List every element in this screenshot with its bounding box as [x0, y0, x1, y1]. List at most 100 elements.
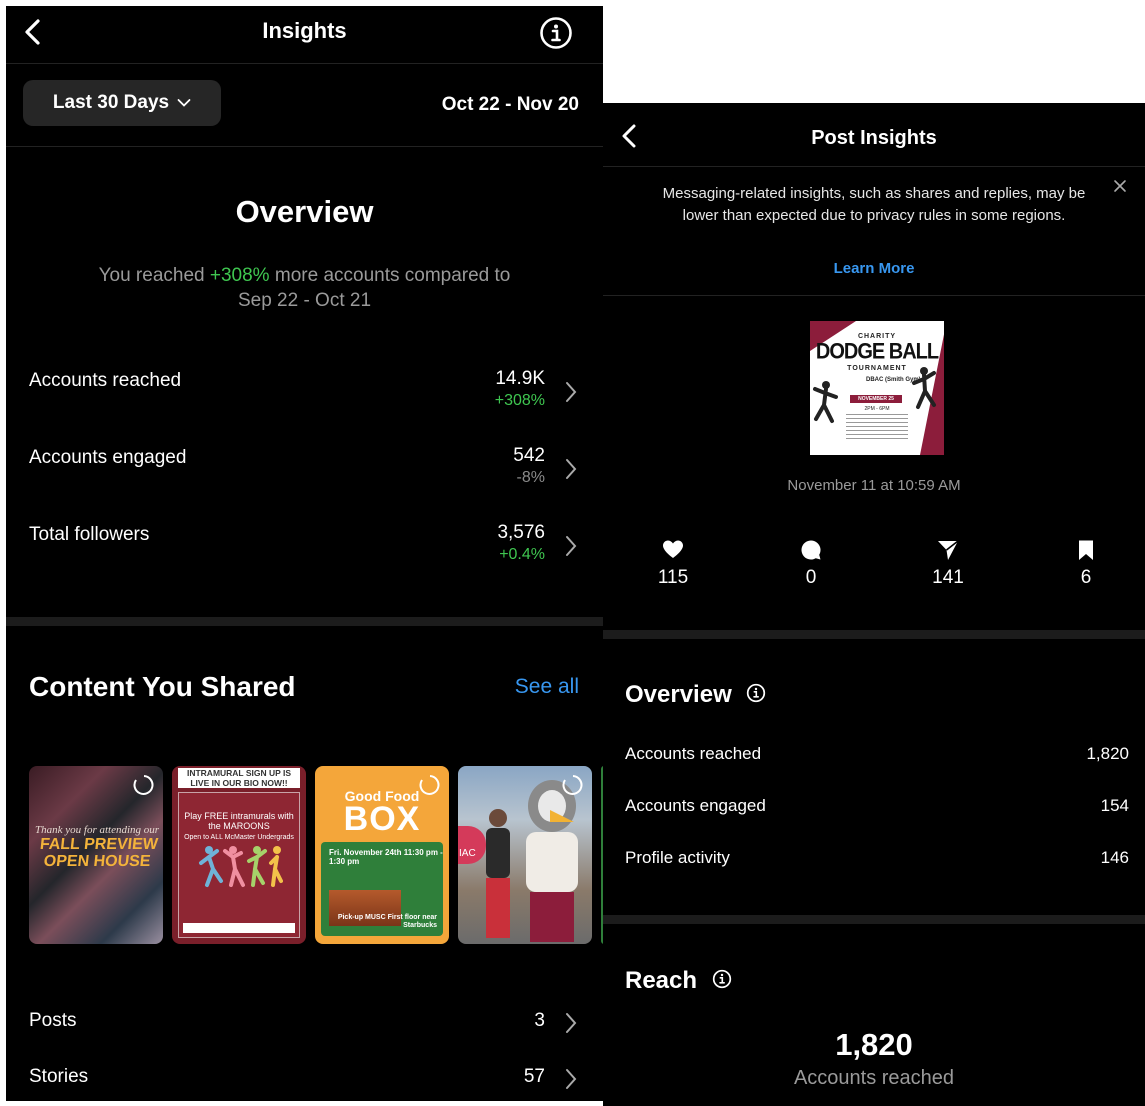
- athletes-illustration: [199, 846, 283, 887]
- stories-row[interactable]: Stories 57: [6, 1066, 603, 1096]
- thumb-date: Fri. November 24th 11:30 pm - 1:30 pm: [329, 848, 443, 866]
- mascot-photo: [526, 780, 578, 942]
- stat-value: 141: [932, 567, 964, 588]
- metric-change: +308%: [494, 392, 545, 409]
- thumb-headline: Play FREE intramurals with the MAROONS Op…: [179, 811, 299, 843]
- section-title-text: Reach: [625, 967, 698, 994]
- metric-value: 542: [513, 445, 545, 466]
- reach-total-label: Accounts reached: [793, 1067, 955, 1089]
- row-label: Accounts engaged: [625, 796, 766, 815]
- chevron-right-icon: [565, 1068, 577, 1090]
- overview-row-accounts-engaged[interactable]: Accounts engaged 154: [625, 796, 1129, 820]
- section-divider: [603, 630, 1145, 639]
- divider: [6, 63, 603, 64]
- thumb-caption: Thank you for attending our: [35, 824, 160, 836]
- post-insights-screen: Post Insights Messaging-related insights…: [603, 103, 1145, 1106]
- bookmark-icon: [1079, 540, 1093, 560]
- section-title-text: Overview: [625, 681, 732, 708]
- content-thumbnail[interactable]: Thank you for attending our FALL PREVIEW…: [29, 766, 163, 944]
- date-range-text: Oct 22 - Nov 20: [441, 94, 579, 115]
- comments-stat: 0: [781, 539, 841, 589]
- section-divider: [603, 915, 1145, 924]
- share-icon: [938, 540, 959, 560]
- thumb-footer: [183, 923, 295, 933]
- likes-stat: 115: [643, 539, 703, 589]
- insights-header: Insights: [6, 6, 603, 64]
- reach-section-title: Reach: [625, 967, 732, 995]
- chevron-right-icon: [565, 535, 577, 557]
- see-all-link[interactable]: See all: [515, 675, 579, 699]
- metric-change: +0.4%: [499, 546, 545, 563]
- overview-summary: You reached +308% more accounts compared…: [6, 263, 603, 313]
- chevron-down-icon: [177, 99, 191, 107]
- thumb-subline: Open to ALL McMaster Undergrads: [184, 834, 294, 841]
- poster-title: DODGE BALL: [815, 339, 939, 365]
- row-label: Stories: [29, 1066, 89, 1087]
- comment-icon: [801, 540, 821, 560]
- thumb-card: Play FREE intramurals with the MAROONS Op…: [178, 792, 300, 938]
- overview-title: Overview: [235, 194, 374, 229]
- thumb-band: Fri. November 24th 11:30 pm - 1:30 pm Pi…: [321, 842, 443, 936]
- metric-label: Accounts engaged: [29, 447, 187, 468]
- divider: [603, 295, 1145, 296]
- summary-suffix: more accounts compared to: [269, 265, 511, 286]
- summary-compare-range: Sep 22 - Oct 21: [237, 290, 372, 311]
- metric-value: 3,576: [497, 522, 545, 543]
- shares-stat: 141: [918, 539, 978, 589]
- row-label: Accounts reached: [625, 744, 762, 763]
- insights-screen: Insights Last 30 Days Oct 22 - Nov 20 Ov…: [6, 6, 603, 1101]
- story-ring-icon: [419, 775, 440, 795]
- metric-label: Accounts reached: [29, 370, 182, 391]
- post-date: November 11 at 10:59 AM: [787, 477, 961, 494]
- date-range-dropdown-label: Last 30 Days: [52, 92, 170, 113]
- thumb-banner: INTRAMURAL SIGN UP IS LIVE IN OUR BIO NO…: [178, 768, 300, 788]
- content-thumbnail[interactable]: IAC: [458, 766, 592, 944]
- story-ring-icon: [133, 775, 154, 795]
- chevron-right-icon: [565, 381, 577, 403]
- row-label: Profile activity: [625, 848, 730, 867]
- overview-row-profile-activity[interactable]: Profile activity 146: [625, 848, 1129, 872]
- heart-icon: [663, 540, 683, 558]
- reach-total: 1,820: [835, 1027, 913, 1062]
- thumb-pickup: Pick-up MUSC First floor near Starbucks: [337, 914, 437, 929]
- date-range-dropdown[interactable]: Last 30 Days: [23, 80, 221, 126]
- metric-label: Total followers: [29, 524, 150, 545]
- row-value: 1,820: [1086, 744, 1129, 763]
- metric-accounts-reached[interactable]: Accounts reached 14.9K +308%: [6, 368, 603, 430]
- content-shared-title: Content You Shared: [29, 671, 296, 702]
- content-thumbnail[interactable]: Good Food BOX Fri. November 24th 11:30 p…: [315, 766, 449, 944]
- learn-more-link[interactable]: Learn More: [603, 260, 1145, 277]
- row-value: 57: [523, 1066, 545, 1087]
- row-value: 3: [534, 1010, 545, 1031]
- metric-total-followers[interactable]: Total followers 3,576 +0.4%: [6, 522, 603, 584]
- metric-accounts-engaged[interactable]: Accounts engaged 542 -8%: [6, 445, 603, 507]
- post-image[interactable]: CHARITY DODGE BALL TOURNAMENT DBAC (Smit…: [810, 321, 944, 455]
- person-photo: [486, 809, 510, 938]
- close-icon[interactable]: [1113, 179, 1127, 193]
- posts-row[interactable]: Posts 3: [6, 1010, 603, 1040]
- player-silhouette: [912, 367, 936, 409]
- divider: [6, 146, 603, 147]
- page-title: Post Insights: [811, 127, 937, 149]
- summary-prefix: You reached: [98, 265, 210, 286]
- metric-change: -8%: [516, 469, 545, 486]
- chevron-right-icon: [565, 1012, 577, 1034]
- poster-fine-print: [846, 414, 908, 440]
- privacy-notice: Messaging-related insights, such as shar…: [662, 185, 1086, 224]
- summary-percent: +308%: [209, 265, 270, 286]
- player-silhouette: [813, 381, 838, 423]
- row-label: Posts: [29, 1010, 77, 1031]
- page-title: Insights: [262, 18, 347, 43]
- overview-row-accounts-reached[interactable]: Accounts reached 1,820: [625, 744, 1129, 768]
- chevron-right-icon: [565, 458, 577, 480]
- content-thumbnail[interactable]: INTRAMURAL SIGN UP IS LIVE IN OUR BIO NO…: [172, 766, 306, 944]
- thumb-headline-text: Play FREE intramurals with the MAROONS: [184, 811, 294, 831]
- info-icon[interactable]: [746, 683, 766, 703]
- row-value: 154: [1100, 796, 1129, 815]
- section-divider: [6, 617, 603, 626]
- stat-value: 115: [657, 567, 689, 588]
- info-icon[interactable]: [539, 16, 573, 50]
- row-value: 146: [1100, 848, 1129, 867]
- info-icon[interactable]: [712, 969, 732, 989]
- stat-value: 0: [805, 567, 817, 588]
